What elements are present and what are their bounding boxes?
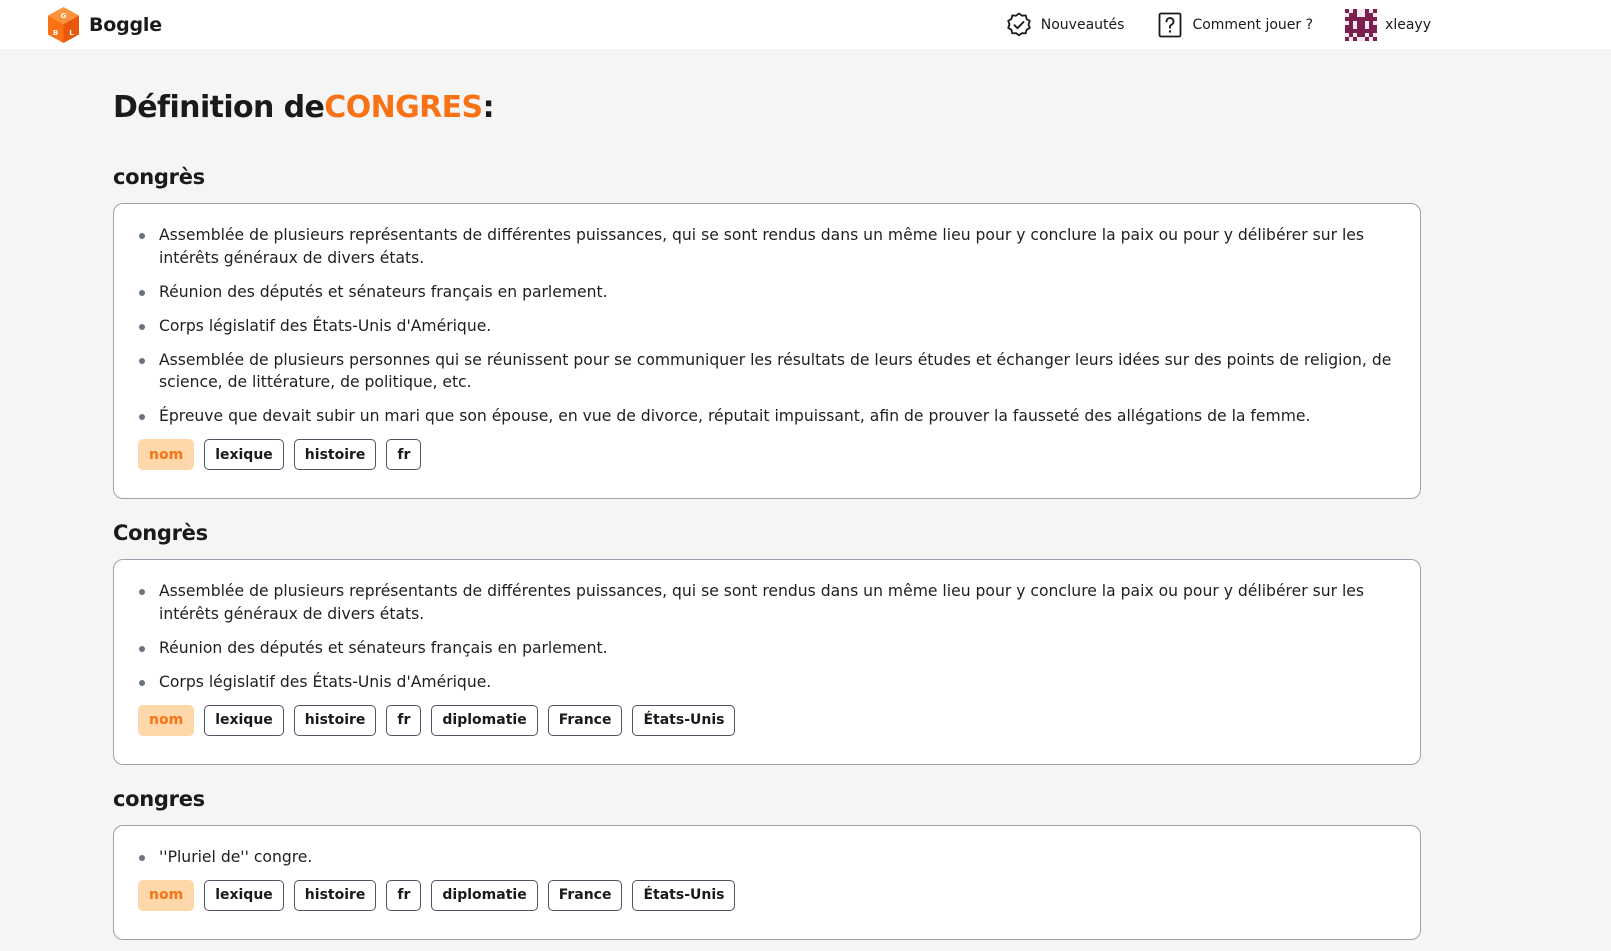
nav-label-nouveautes: Nouveautés: [1040, 17, 1125, 33]
definition-item: Réunion des députés et sénateurs françai…: [138, 281, 1396, 304]
title-prefix: Définition de: [113, 90, 325, 125]
nav-label-comment-jouer: Comment jouer ?: [1192, 17, 1314, 33]
definition-item: Corps législatif des États-Unis d'Amériq…: [138, 671, 1396, 694]
entry-title: congrès: [113, 165, 205, 189]
tag-etats-unis[interactable]: États-Unis: [632, 879, 736, 911]
tag-lexique[interactable]: lexique: [204, 879, 284, 911]
part-of-speech-tag[interactable]: nom: [138, 704, 195, 736]
entry-title: congres: [113, 786, 205, 811]
tag-histoire[interactable]: histoire: [293, 879, 377, 911]
part-of-speech-tag[interactable]: nom: [138, 439, 195, 470]
entry-title: Congrès: [113, 521, 208, 545]
definition-list: Assemblée de plusieurs représentants de …: [138, 224, 1396, 428]
tag-fr[interactable]: fr: [386, 879, 422, 911]
definition-item: Épreuve que devait subir un mari que son…: [138, 405, 1396, 428]
tag-list: nom lexique histoire fr diplomatie Franc…: [138, 879, 1396, 911]
dice-logo-icon: G B L: [48, 7, 79, 43]
question-square-icon: [1159, 12, 1182, 38]
tag-lexique[interactable]: lexique: [204, 439, 284, 470]
part-of-speech-tag[interactable]: nom: [138, 879, 195, 911]
definition-item: Réunion des députés et sénateurs françai…: [138, 637, 1396, 660]
definition-item: Assemblée de plusieurs représentants de …: [138, 580, 1396, 625]
definition-list: ''Pluriel de'' congre.: [138, 846, 1396, 869]
tag-list: nom lexique histoire fr diplomatie Franc…: [138, 704, 1396, 736]
title-suffix: :: [482, 90, 495, 125]
tag-france[interactable]: France: [547, 879, 623, 911]
tag-fr[interactable]: fr: [386, 704, 422, 736]
tag-etats-unis[interactable]: États-Unis: [632, 704, 736, 736]
definition-item: ''Pluriel de'' congre.: [138, 846, 1396, 869]
brand-name: Boggle: [89, 14, 162, 36]
top-navigation-bar: G B L Boggle Nouveautés Comment jouer ?: [0, 0, 1611, 49]
tag-france[interactable]: France: [547, 704, 623, 736]
definition-card: Assemblée de plusieurs représentants de …: [113, 559, 1421, 765]
svg-text:L: L: [69, 29, 74, 37]
definition-item: Assemblée de plusieurs personnes qui se …: [138, 349, 1396, 394]
page-title: Définition de CONGRES :: [113, 90, 1421, 125]
nav-item-comment-jouer[interactable]: Comment jouer ?: [1156, 11, 1313, 39]
definition-card: Assemblée de plusieurs représentants de …: [113, 203, 1421, 499]
tag-lexique[interactable]: lexique: [204, 704, 284, 736]
definition-item: Corps législatif des États-Unis d'Amériq…: [138, 315, 1396, 338]
tag-fr[interactable]: fr: [386, 439, 422, 470]
username: xleayy: [1385, 17, 1431, 33]
svg-text:B: B: [53, 29, 58, 37]
badge-check-icon: [1007, 12, 1031, 37]
svg-text:G: G: [61, 12, 67, 20]
nav-item-nouveautes[interactable]: Nouveautés: [1005, 11, 1125, 39]
user-menu[interactable]: xleayy: [1345, 9, 1431, 41]
brand-home-link[interactable]: G B L Boggle: [46, 6, 162, 44]
tag-histoire[interactable]: histoire: [293, 704, 377, 736]
definition-list: Assemblée de plusieurs représentants de …: [138, 580, 1396, 693]
tag-diplomatie[interactable]: diplomatie: [431, 879, 538, 911]
pixel-avatar-icon: [1345, 9, 1378, 41]
tag-diplomatie[interactable]: diplomatie: [431, 704, 538, 736]
tag-list: nom lexique histoire fr: [138, 439, 1396, 470]
header-nav: Nouveautés Comment jouer ? xleayy: [1005, 8, 1431, 42]
definition-card: ''Pluriel de'' congre. nom lexique histo…: [113, 824, 1421, 940]
definition-page: Définition de CONGRES : congrès Assemblé…: [113, 90, 1421, 940]
definition-item: Assemblée de plusieurs représentants de …: [138, 224, 1396, 269]
searched-word: CONGRES: [324, 90, 483, 125]
tag-histoire[interactable]: histoire: [293, 439, 377, 470]
